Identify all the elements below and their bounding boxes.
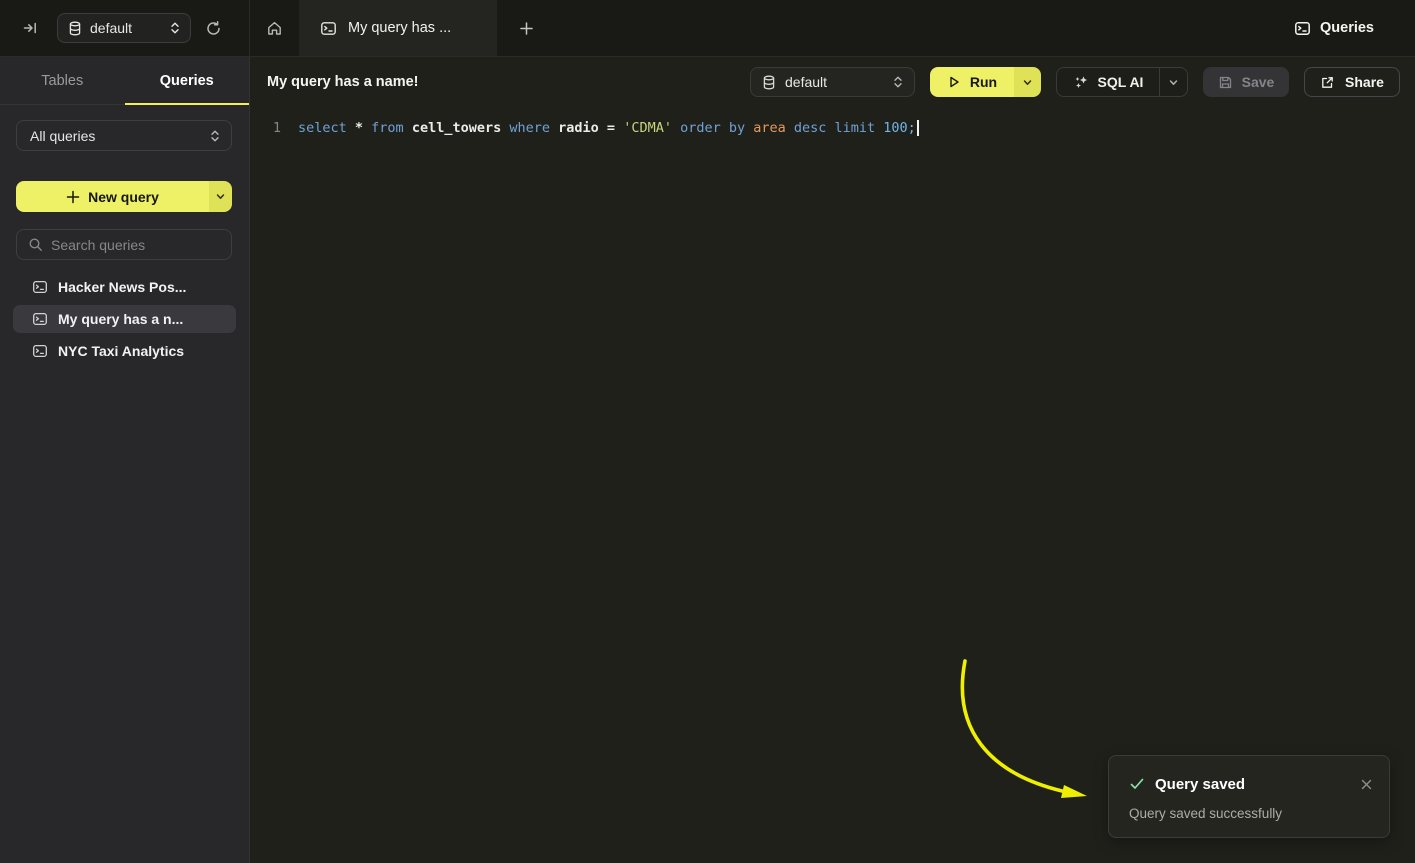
sql-token: 'CDMA'	[623, 120, 680, 136]
line-number: 1	[259, 118, 281, 138]
new-tab-button[interactable]	[508, 10, 544, 46]
sql-token: where	[509, 120, 558, 136]
chevron-down-icon	[1168, 77, 1179, 88]
queries-toggle-label: Queries	[1320, 20, 1374, 36]
refresh-button[interactable]	[195, 10, 231, 46]
tab-my-query[interactable]: My query has ...	[299, 0, 497, 56]
topbar-database-selector[interactable]: default	[57, 13, 191, 43]
search-queries-box	[16, 229, 232, 260]
query-item-my-query[interactable]: My query has a n...	[13, 305, 236, 333]
terminal-icon	[32, 343, 48, 359]
search-queries-input[interactable]	[51, 237, 232, 253]
query-toolbar: default Run	[750, 67, 1400, 97]
close-icon[interactable]	[1357, 775, 1375, 793]
database-icon	[68, 21, 82, 36]
query-item-nyc-taxi[interactable]: NYC Taxi Analytics	[13, 337, 236, 365]
run-label: Run	[970, 74, 997, 90]
sql-ai-button[interactable]: SQL AI	[1057, 68, 1160, 96]
tab-tables-label: Tables	[41, 73, 83, 89]
home-icon	[266, 20, 283, 37]
sql-code[interactable]: select * from cell_towers where radio = …	[298, 118, 919, 138]
topbar-database-value: default	[90, 20, 161, 36]
sql-editor[interactable]: 1 select * from cell_towers where radio …	[250, 107, 1415, 138]
text-cursor	[917, 120, 919, 136]
terminal-icon	[32, 311, 48, 327]
chevron-updown-icon	[209, 129, 221, 143]
query-item-label: Hacker News Pos...	[58, 279, 186, 295]
sql-token: =	[607, 120, 623, 136]
play-icon	[947, 75, 961, 89]
chevron-updown-icon	[169, 21, 181, 35]
new-query-dropdown[interactable]	[209, 181, 232, 212]
new-query-label: New query	[88, 189, 159, 205]
chevron-down-icon	[1022, 77, 1033, 88]
editor-database-value: default	[785, 74, 883, 90]
plus-icon	[66, 190, 80, 204]
query-item-label: My query has a n...	[58, 311, 183, 327]
new-query-button[interactable]: New query	[16, 181, 232, 212]
sql-token: order by	[680, 120, 753, 136]
sql-ai-button-group: SQL AI	[1056, 67, 1188, 97]
sql-token: 100;	[883, 120, 916, 136]
sql-token: cell_towers	[412, 120, 510, 136]
main-panel: My query has a name! default	[250, 57, 1415, 863]
editor-database-selector[interactable]: default	[750, 67, 915, 97]
toast-message: Query saved successfully	[1129, 806, 1375, 821]
top-bar: default	[0, 0, 1415, 57]
tab-tables[interactable]: Tables	[0, 57, 125, 104]
chevron-updown-icon	[892, 75, 904, 89]
terminal-icon	[32, 279, 48, 295]
home-button[interactable]	[250, 0, 299, 56]
new-query-main[interactable]: New query	[16, 181, 209, 212]
run-button[interactable]: Run	[930, 67, 1014, 97]
check-icon	[1129, 776, 1145, 792]
toast-header: Query saved	[1129, 775, 1375, 793]
tab-queries-label: Queries	[160, 73, 214, 89]
sidebar: Tables Queries All queries New query	[0, 57, 250, 863]
save-label: Save	[1242, 74, 1275, 90]
query-item-label: NYC Taxi Analytics	[58, 343, 184, 359]
sql-token: area	[753, 120, 794, 136]
sql-token: radio	[558, 120, 607, 136]
save-button[interactable]: Save	[1203, 67, 1289, 97]
query-header: My query has a name! default	[250, 57, 1415, 107]
plus-icon	[519, 21, 534, 36]
database-icon	[762, 75, 776, 90]
collapse-arrow-icon	[22, 20, 38, 36]
sql-token: select	[298, 120, 355, 136]
tab-queries[interactable]: Queries	[125, 57, 250, 104]
sql-ai-label: SQL AI	[1098, 74, 1144, 90]
query-filter-value: All queries	[30, 128, 209, 144]
ai-sparkles-icon	[1073, 74, 1089, 90]
queries-panel-toggle[interactable]: Queries	[1294, 20, 1374, 37]
query-filter-select[interactable]: All queries	[16, 120, 232, 151]
run-button-group: Run	[930, 67, 1041, 97]
run-options-dropdown[interactable]	[1014, 67, 1041, 97]
sql-token: *	[355, 120, 371, 136]
collapse-sidebar-button[interactable]	[12, 10, 48, 46]
share-icon	[1320, 75, 1335, 90]
share-label: Share	[1345, 74, 1384, 90]
terminal-icon	[320, 20, 337, 37]
sql-token: desc limit	[794, 120, 883, 136]
top-bar-left-section: default	[0, 0, 250, 56]
code-line-1[interactable]: 1 select * from cell_towers where radio …	[250, 118, 1415, 138]
tab-title: My query has ...	[348, 20, 451, 36]
query-list: Hacker News Pos... My query has a n... N…	[0, 273, 249, 365]
sql-token: from	[371, 120, 412, 136]
search-icon	[28, 237, 43, 252]
chevron-down-icon	[215, 191, 226, 202]
share-button[interactable]: Share	[1304, 67, 1400, 97]
toast-title: Query saved	[1155, 776, 1357, 793]
save-icon	[1218, 75, 1233, 90]
sql-ai-dropdown[interactable]	[1160, 68, 1187, 96]
query-title[interactable]: My query has a name!	[267, 74, 419, 90]
terminal-icon	[1294, 20, 1311, 37]
refresh-icon	[205, 20, 222, 37]
toast-query-saved: Query saved Query saved successfully	[1108, 755, 1390, 838]
sidebar-tabs: Tables Queries	[0, 57, 249, 105]
query-item-hacker-news[interactable]: Hacker News Pos...	[13, 273, 236, 301]
